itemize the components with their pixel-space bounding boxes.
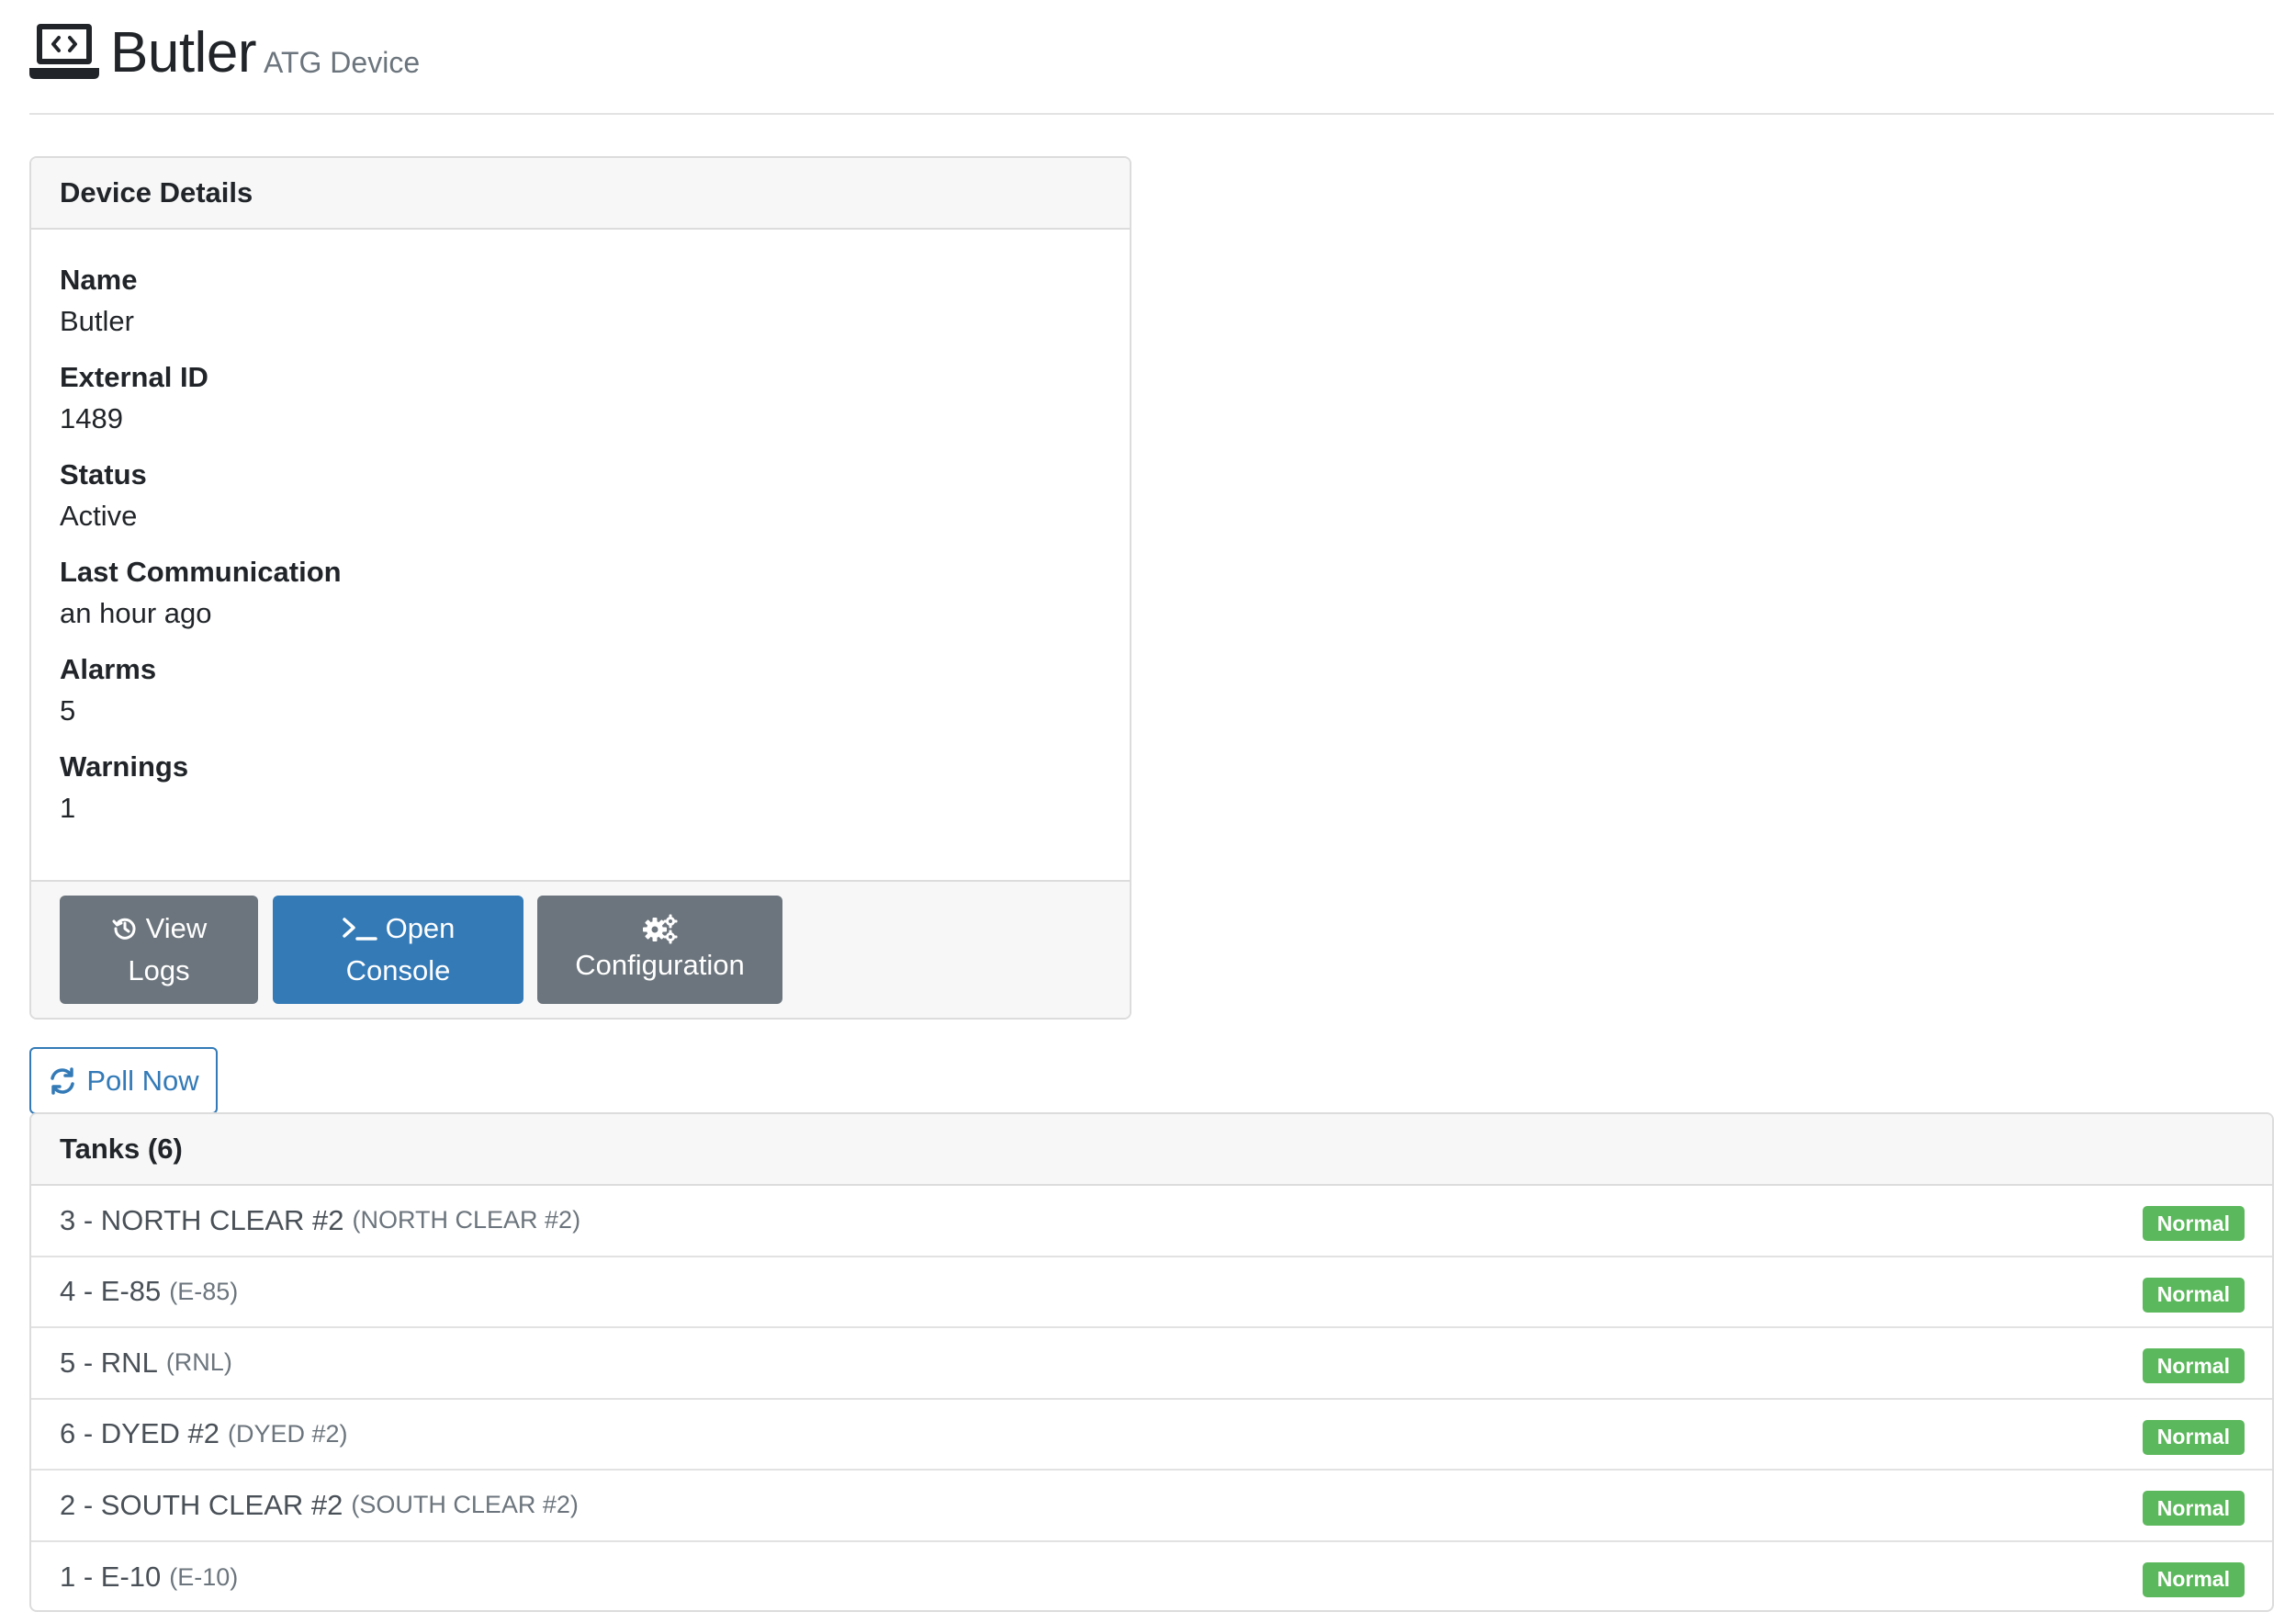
- field-warnings: Warnings 1: [60, 748, 1101, 845]
- tanks-card: Tanks (6) 3 - NORTH CLEAR #2 (NORTH CLEA…: [29, 1112, 2274, 1612]
- tank-product: (E-85): [169, 1277, 239, 1305]
- status-badge: Normal: [2142, 1491, 2245, 1526]
- field-label: External ID: [60, 361, 208, 393]
- poll-now-button[interactable]: Poll Now: [29, 1047, 218, 1114]
- field-value: 5: [60, 694, 76, 727]
- field-value: Active: [60, 500, 138, 532]
- open-console-label-1: Open: [385, 912, 456, 944]
- field-label: Status: [60, 458, 147, 490]
- status-badge: Normal: [2142, 1206, 2245, 1241]
- view-logs-button[interactable]: View Logs: [60, 896, 258, 1004]
- cogs-icon: [642, 914, 677, 944]
- device-details-body: Name Butler External ID 1489 Status Acti…: [31, 230, 1130, 873]
- field-value: an hour ago: [60, 597, 212, 629]
- laptop-code-icon: [29, 24, 99, 79]
- tank-product: (E-10): [169, 1562, 239, 1591]
- configuration-button[interactable]: Configuration: [537, 896, 782, 1004]
- field-name: Name Butler: [60, 261, 1101, 358]
- tank-product: (DYED #2): [228, 1419, 348, 1448]
- status-badge: Normal: [2142, 1561, 2245, 1597]
- tank-row[interactable]: 3 - NORTH CLEAR #2 (NORTH CLEAR #2) Norm…: [31, 1186, 2272, 1257]
- device-details-footer: View Logs Open Console Configuration: [31, 880, 1130, 1018]
- status-badge: Normal: [2142, 1419, 2245, 1455]
- field-alarms: Alarms 5: [60, 650, 1101, 748]
- field-label: Alarms: [60, 653, 157, 685]
- device-details-card: Device Details Name Butler External ID 1…: [29, 156, 1131, 1020]
- tank-name: 1 - E-10: [60, 1561, 162, 1594]
- tank-name: 5 - RNL: [60, 1346, 158, 1379]
- field-status: Status Active: [60, 456, 1101, 553]
- status-badge: Normal: [2142, 1277, 2245, 1313]
- field-external-id: External ID 1489: [60, 358, 1101, 456]
- field-label: Last Communication: [60, 556, 342, 588]
- open-console-button[interactable]: Open Console: [273, 896, 523, 1004]
- device-details-header: Device Details: [31, 158, 1130, 230]
- open-console-label-2: Console: [345, 954, 451, 986]
- tank-product: (RNL): [165, 1348, 232, 1377]
- tank-row[interactable]: 2 - SOUTH CLEAR #2 (SOUTH CLEAR #2) Norm…: [31, 1471, 2272, 1542]
- terminal-icon: [342, 918, 377, 941]
- tank-row[interactable]: 1 - E-10 (E-10) Normal: [31, 1542, 2272, 1611]
- tank-row[interactable]: 4 - E-85 (E-85) Normal: [31, 1257, 2272, 1328]
- poll-now-label: Poll Now: [86, 1064, 199, 1097]
- tank-row[interactable]: 5 - RNL (RNL) Normal: [31, 1328, 2272, 1400]
- tank-list: 3 - NORTH CLEAR #2 (NORTH CLEAR #2) Norm…: [31, 1186, 2272, 1611]
- field-value: Butler: [60, 305, 134, 337]
- view-logs-label-1: View: [145, 912, 208, 944]
- device-page: Butler ATG Device Device Details Name Bu…: [29, 0, 2274, 1612]
- tank-name: 3 - NORTH CLEAR #2: [60, 1203, 344, 1236]
- field-value: 1489: [60, 402, 123, 434]
- page-subtitle: ATG Device: [264, 46, 421, 79]
- history-icon: [112, 918, 136, 940]
- field-label: Warnings: [60, 750, 189, 783]
- field-label: Name: [60, 264, 138, 296]
- tank-product: (NORTH CLEAR #2): [352, 1206, 581, 1234]
- field-value: 1: [60, 792, 76, 824]
- view-logs-label-2: Logs: [128, 954, 190, 986]
- tank-product: (SOUTH CLEAR #2): [351, 1491, 579, 1519]
- status-badge: Normal: [2142, 1348, 2245, 1383]
- page-header: Butler ATG Device: [29, 0, 2274, 115]
- tanks-header: Tanks (6): [31, 1114, 2272, 1186]
- field-last-communication: Last Communication an hour ago: [60, 553, 1101, 650]
- page-title: Butler: [110, 21, 256, 85]
- tank-row[interactable]: 6 - DYED #2 (DYED #2) Normal: [31, 1400, 2272, 1471]
- configuration-label: Configuration: [575, 949, 745, 981]
- sync-icon: [51, 1066, 75, 1095]
- tank-name: 6 - DYED #2: [60, 1417, 220, 1450]
- tank-name: 4 - E-85: [60, 1275, 162, 1308]
- tank-name: 2 - SOUTH CLEAR #2: [60, 1488, 343, 1521]
